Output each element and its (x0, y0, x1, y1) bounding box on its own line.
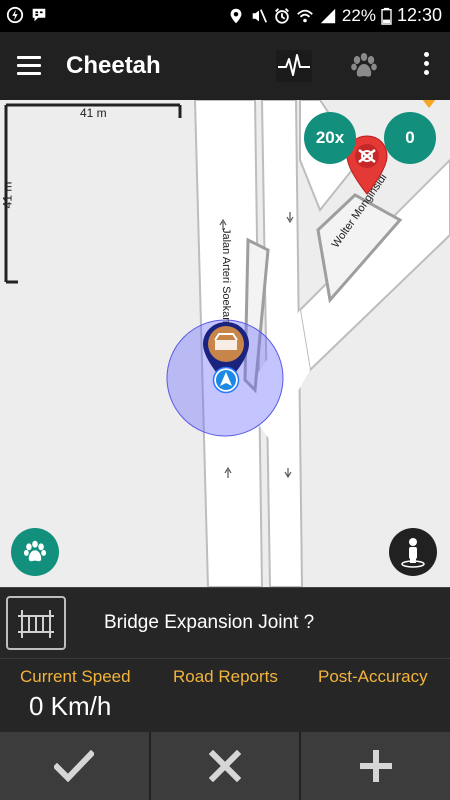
heartbeat-icon (276, 50, 312, 82)
overflow-menu-icon[interactable] (424, 52, 430, 79)
bbm-icon (32, 8, 46, 22)
app-toolbar: Cheetah (0, 32, 450, 100)
paw-fab-button[interactable] (11, 528, 59, 576)
lightning-icon (6, 6, 24, 24)
street-view-fab-button[interactable] (389, 528, 437, 576)
paw-icon (351, 53, 377, 77)
stats-panel: Current Speed Road Reports Post-Accuracy… (0, 658, 450, 733)
map-view[interactable]: 41 m 41 m Jalan Arteri Soekarno Wolter M… (0, 100, 450, 587)
scale-horizontal-label: 41 m (80, 106, 107, 120)
check-icon (54, 750, 95, 782)
scale-vertical-label: 41 m (0, 181, 15, 209)
wifi-icon (297, 9, 313, 22)
location-icon (230, 8, 242, 23)
plus-icon (359, 750, 392, 782)
current-speed-label: Current Speed (20, 667, 131, 686)
report-marker-orange[interactable] (414, 100, 444, 114)
report-title: Bridge Expansion Joint ? (104, 612, 315, 633)
battery-icon (381, 7, 392, 25)
add-button[interactable] (301, 732, 450, 800)
clock: 12:30 (396, 5, 442, 25)
mute-icon (252, 8, 267, 23)
battery-percent: 22% (341, 5, 376, 25)
confirm-button[interactable] (0, 732, 151, 800)
close-icon (209, 750, 241, 782)
paw-button[interactable] (342, 44, 386, 88)
count-badge[interactable]: 0 (384, 112, 436, 164)
report-bar: Bridge Expansion Joint ? (0, 587, 450, 659)
report-type-button[interactable] (6, 596, 66, 650)
road-reports-label: Road Reports (173, 667, 278, 686)
bridge-icon (18, 610, 54, 638)
paw-icon (23, 540, 47, 562)
alarm-icon (274, 7, 289, 24)
zoom-badge[interactable]: 20x (304, 112, 356, 164)
heartbeat-button[interactable] (272, 44, 316, 88)
street-view-person-icon (401, 538, 425, 568)
action-bar (0, 732, 450, 800)
signal-icon (320, 8, 336, 23)
status-bar: 22% 12:30 (0, 0, 450, 32)
current-speed-value: 0 Km/h (29, 691, 112, 721)
post-accuracy-label: Post-Accuracy (318, 667, 428, 686)
hamburger-menu-icon[interactable] (17, 56, 41, 76)
current-location-arrow-icon (212, 366, 240, 394)
app-title: Cheetah (66, 52, 161, 79)
cancel-button[interactable] (151, 732, 302, 800)
